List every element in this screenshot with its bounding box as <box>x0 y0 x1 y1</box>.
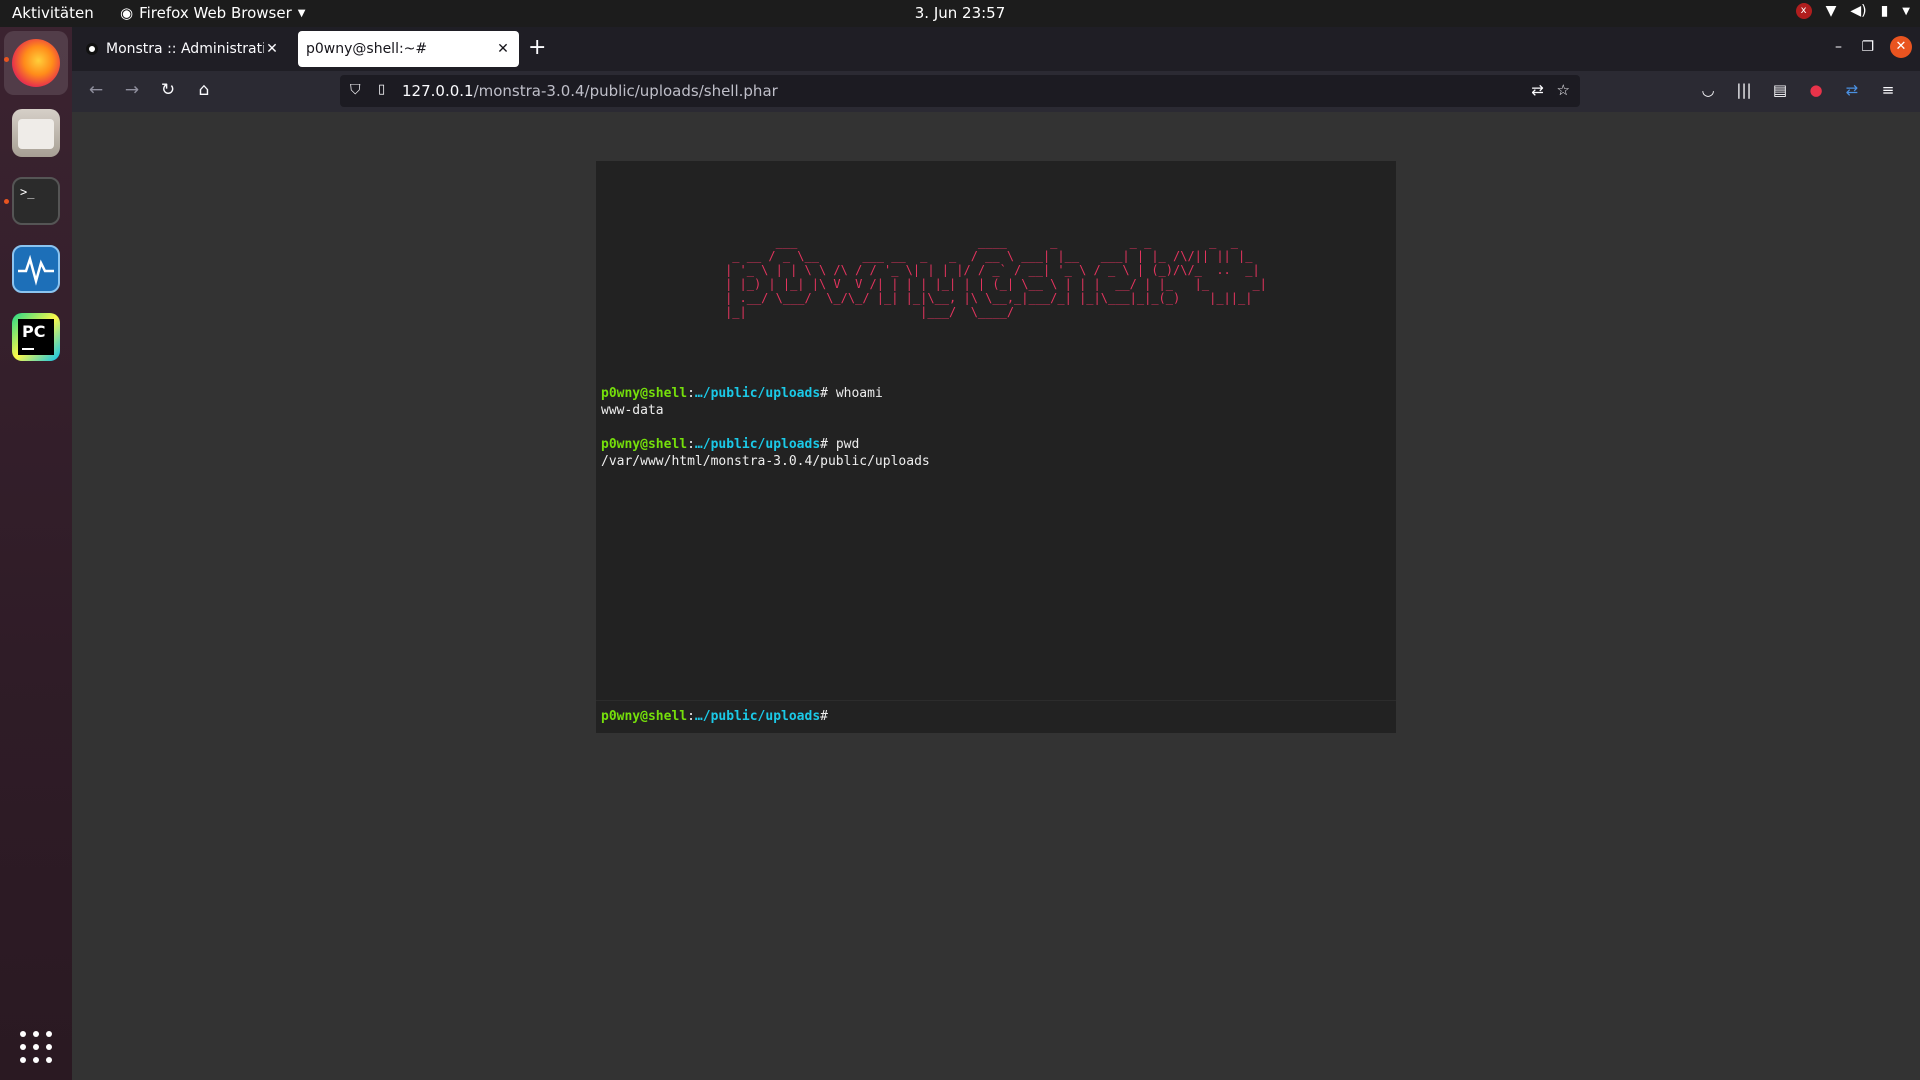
output-command: whoami <box>835 386 883 401</box>
restore-button[interactable]: ❐ <box>1861 39 1874 55</box>
forward-button[interactable]: → <box>120 80 144 100</box>
home-button[interactable]: ⌂ <box>192 80 216 100</box>
pycharm-logo: PC <box>18 319 54 355</box>
back-button[interactable]: ← <box>84 80 108 100</box>
top-bar: Aktivitäten ◉ Firefox Web Browser ▼ 3. J… <box>0 0 1920 27</box>
output-text: www-data <box>601 403 664 418</box>
clock[interactable]: 3. Jun 23:57 <box>0 4 1920 22</box>
system-tray[interactable]: x ▼ ◀) ▮ ▼ <box>1795 3 1910 19</box>
url-bar[interactable]: ⛉ ▯ 127.0.0.1/monstra-3.0.4/public/uploa… <box>340 75 1580 107</box>
prompt-user: p0wny@shell <box>601 386 688 401</box>
url-path: /monstra-3.0.4/public/uploads/shell.phar <box>473 82 778 100</box>
shell-command-input[interactable] <box>836 707 1380 729</box>
files-icon[interactable] <box>12 109 60 157</box>
page-info-icon[interactable]: ▯ <box>378 82 385 97</box>
shell-ascii-banner: ___ ____ _ _ _ _ _ _ __ / _ \__ ___ __ _… <box>596 221 1396 319</box>
url-text[interactable]: 127.0.0.1/monstra-3.0.4/public/uploads/s… <box>402 82 778 100</box>
running-indicator <box>4 57 9 62</box>
chevron-down-icon: ▼ <box>1902 5 1910 17</box>
sidebar-icon[interactable]: ▤ <box>1770 81 1790 99</box>
shell-input-row: p0wny@shell:…/public/uploads# <box>596 700 1396 733</box>
wifi-icon: ▼ <box>1825 3 1837 19</box>
ascii-art: ___ ____ _ _ _ _ _ _ __ / _ \__ ___ __ _… <box>725 235 1267 319</box>
pocket-icon[interactable]: ◡ <box>1698 81 1718 99</box>
tray-app-icon[interactable]: x <box>1795 3 1812 19</box>
dock: >_ PC <box>0 27 72 1080</box>
output-command: pwd <box>835 437 860 452</box>
page-content: ___ ____ _ _ _ _ _ _ __ / _ \__ ___ __ _… <box>72 112 1920 1080</box>
close-icon[interactable]: ✕ <box>264 41 280 57</box>
new-tab-button[interactable]: + <box>528 37 546 59</box>
prompt-cwd: …/public/uploads <box>694 386 821 401</box>
output-text: /var/www/html/monstra-3.0.4/public/uploa… <box>601 454 930 469</box>
terminal-icon[interactable]: >_ <box>12 177 60 225</box>
tab-p0wny-shell[interactable]: p0wny@shell:~# ✕ <box>298 31 519 67</box>
output-command-line: p0wny@shell:…/public/uploads# pwd <box>601 437 860 452</box>
minimize-button[interactable]: – <box>1835 39 1842 55</box>
shell-output: p0wny@shell:…/public/uploads# whoami www… <box>601 385 1391 470</box>
volume-icon: ◀) <box>1850 3 1867 19</box>
input-prompt: p0wny@shell:…/public/uploads# <box>601 709 828 724</box>
tab-bar: Monstra :: Administration ✕ p0wny@shell:… <box>72 27 1920 71</box>
prompt-cwd: …/public/uploads <box>694 437 821 452</box>
extension-icon[interactable]: ● <box>1806 81 1826 99</box>
translate-icon[interactable]: ⇄ <box>1531 81 1544 99</box>
tracking-protection-icon[interactable]: ⛉ <box>350 82 361 98</box>
show-applications-icon[interactable] <box>20 1031 52 1063</box>
prompt-cwd: …/public/uploads <box>694 709 821 724</box>
navigation-bar: ← → ↻ ⌂ ⛉ ▯ 127.0.0.1/monstra-3.0.4/publ… <box>72 71 1920 113</box>
library-icon[interactable]: ||| <box>1734 81 1754 99</box>
url-host: 127.0.0.1 <box>402 82 474 100</box>
close-icon[interactable]: ✕ <box>495 41 511 57</box>
pycharm-icon[interactable]: PC <box>12 313 60 361</box>
translate-extension-icon[interactable]: ⇄ <box>1842 81 1862 99</box>
tab-title: Monstra :: Administration <box>106 41 264 57</box>
monstra-favicon-icon <box>86 43 98 55</box>
tab-monstra-admin[interactable]: Monstra :: Administration ✕ <box>78 31 288 67</box>
prompt-user: p0wny@shell <box>601 709 688 724</box>
reload-button[interactable]: ↻ <box>156 80 180 100</box>
running-indicator <box>4 199 9 204</box>
battery-icon: ▮ <box>1880 3 1889 19</box>
window-close-button[interactable]: ✕ <box>1890 36 1912 58</box>
hamburger-menu-icon[interactable]: ≡ <box>1878 81 1898 99</box>
shell-panel: ___ ____ _ _ _ _ _ _ __ / _ \__ ___ __ _… <box>596 161 1396 733</box>
system-monitor-icon[interactable] <box>12 245 60 293</box>
firefox-icon[interactable] <box>12 39 60 87</box>
bookmark-star-icon[interactable]: ☆ <box>1557 81 1570 99</box>
tab-title: p0wny@shell:~# <box>306 41 428 57</box>
output-command-line: p0wny@shell:…/public/uploads# whoami <box>601 386 883 401</box>
output-blank <box>601 419 1391 436</box>
prompt-user: p0wny@shell <box>601 437 688 452</box>
